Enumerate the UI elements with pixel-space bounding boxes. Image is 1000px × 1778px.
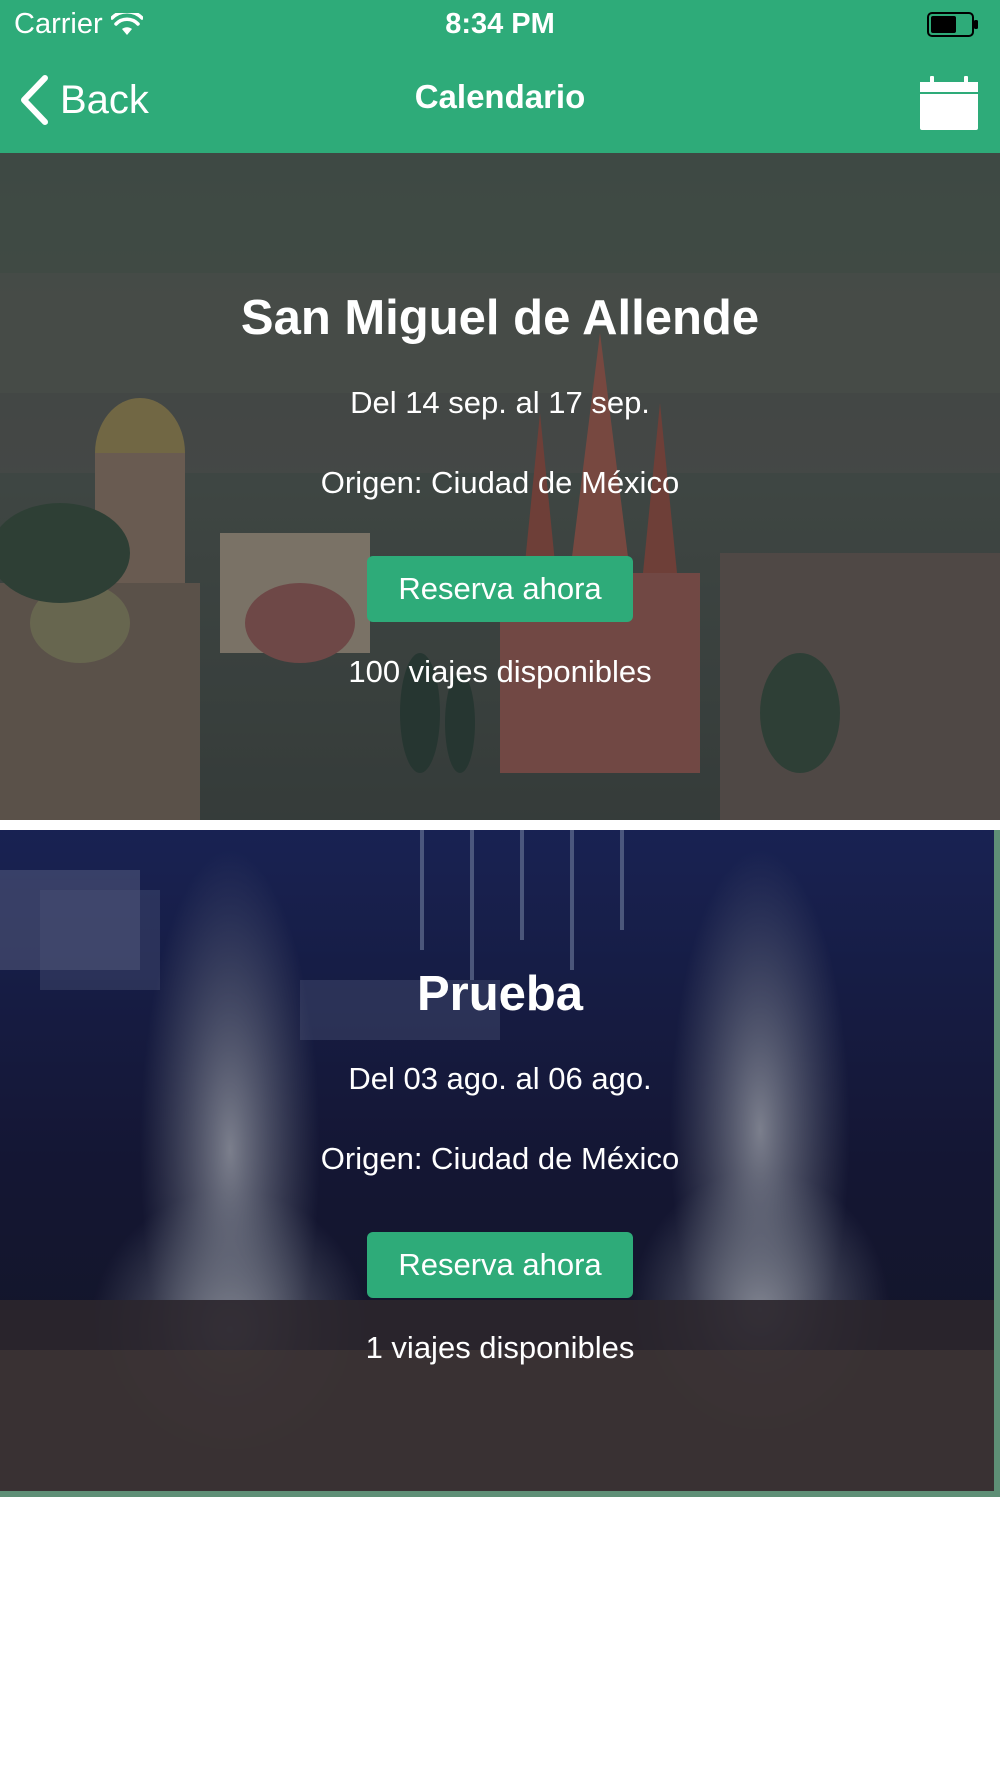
reserve-button[interactable]: Reserva ahora: [367, 556, 633, 622]
reserve-button[interactable]: Reserva ahora: [367, 1232, 633, 1298]
trip-availability: 100 viajes disponibles: [348, 654, 652, 689]
trip-availability: 1 viajes disponibles: [365, 1330, 635, 1365]
trip-card: San Miguel de Allende Del 14 sep. al 17 …: [0, 153, 1000, 820]
navigation-bar: Back Calendario: [0, 50, 1000, 153]
status-bar: Carrier 8:34 PM: [0, 0, 1000, 50]
status-time: 8:34 PM: [445, 8, 555, 40]
trip-dates: Del 14 sep. al 17 sep.: [350, 385, 650, 420]
page-title: Calendario: [414, 78, 586, 115]
trip-title: Prueba: [416, 967, 584, 1021]
top-bar: Carrier 8:34 PM Back Calendario: [0, 0, 1000, 153]
trip-dates: Del 03 ago. al 06 ago.: [348, 1061, 652, 1096]
trip-origin: Origen: Ciudad de México: [320, 465, 680, 500]
trip-card: Prueba Del 03 ago. al 06 ago. Origen: Ci…: [0, 830, 1000, 1497]
battery-icon: [927, 12, 978, 37]
calendar-icon[interactable]: [918, 74, 980, 132]
trip-title: San Miguel de Allende: [240, 291, 760, 345]
trip-origin: Origen: Ciudad de México: [320, 1141, 680, 1176]
